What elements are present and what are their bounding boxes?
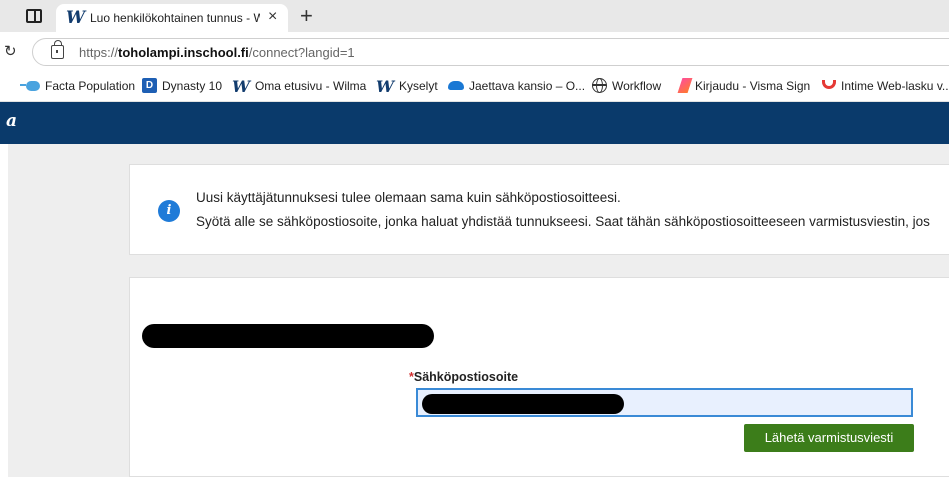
left-gutter <box>0 144 8 477</box>
wilma-icon: W <box>232 76 250 96</box>
tab-title: Luo henkilökohtainen tunnus - Wilma <box>90 11 260 25</box>
email-label-text: Sähköpostiosoite <box>413 370 519 384</box>
bookmark-label: Oma etusivu - Wilma <box>254 79 367 93</box>
bookmark-workflow[interactable]: Workflow <box>592 78 662 94</box>
bookmark-label: Dynasty 10 <box>162 79 223 93</box>
app-header: a <box>0 102 949 144</box>
info-notice: i Uusi käyttäjätunnuksesi tulee olemaan … <box>129 164 949 255</box>
browser-tab-strip: W Luo henkilökohtainen tunnus - Wilma × … <box>0 0 949 32</box>
email-form-card: *Sähköpostiosoite Lähetä varmistusviesti <box>129 277 949 477</box>
send-verification-button[interactable]: Lähetä varmistusviesti <box>744 424 914 452</box>
url-scheme: https:// <box>79 45 119 60</box>
page-content: i Uusi käyttäjätunnuksesi tulee olemaan … <box>0 144 949 477</box>
bookmark-oma-etusivu-wilma[interactable]: W Oma etusivu - Wilma <box>232 76 367 96</box>
bookmark-label: Workflow <box>612 79 662 93</box>
visma-icon <box>677 78 693 94</box>
bookmark-label: Intime Web-lasku v... <box>841 79 949 93</box>
email-input[interactable] <box>416 388 913 417</box>
url-text[interactable]: https://toholampi.inschool.fi/connect?la… <box>79 45 355 60</box>
redacted-username <box>142 324 434 348</box>
browser-tab-active[interactable]: W Luo henkilökohtainen tunnus - Wilma × <box>56 4 288 32</box>
address-bar[interactable]: https://toholampi.inschool.fi/connect?la… <box>32 38 949 66</box>
bookmark-jaettava-kansio[interactable]: Jaettava kansio – O... <box>448 79 585 93</box>
facta-icon <box>20 80 40 91</box>
app-logo[interactable]: a <box>6 111 17 131</box>
onedrive-icon <box>448 81 464 91</box>
info-text-line-2: Syötä alle se sähköpostiosoite, jonka ha… <box>196 214 930 229</box>
dynasty-icon: D <box>142 78 157 94</box>
bookmark-label: Kirjaudu - Visma Sign <box>695 79 811 93</box>
url-path: /connect?langid=1 <box>248 45 355 60</box>
bookmark-visma-sign[interactable]: Kirjaudu - Visma Sign <box>677 78 811 94</box>
wilma-favicon-icon: W <box>66 8 86 28</box>
lock-icon[interactable] <box>51 40 64 59</box>
bookmark-kyselyt[interactable]: W Kyselyt <box>376 76 438 96</box>
tab-actions-icon[interactable] <box>26 9 42 23</box>
wilma-icon: W <box>376 76 394 96</box>
new-tab-icon[interactable]: + <box>300 3 313 29</box>
bookmark-facta-population[interactable]: Facta Population <box>20 79 136 93</box>
bookmark-intime-web-lasku[interactable]: Intime Web-lasku v... <box>822 79 949 93</box>
email-field-label: *Sähköpostiosoite <box>409 370 518 384</box>
address-bar-row: ↻ https://toholampi.inschool.fi/connect?… <box>0 32 949 72</box>
bookmark-label: Jaettava kansio – O... <box>469 79 586 93</box>
redacted-email-value <box>422 394 624 414</box>
url-host: toholampi.inschool.fi <box>118 45 249 60</box>
bookmark-dynasty-10[interactable]: D Dynasty 10 <box>142 78 223 94</box>
reload-icon[interactable]: ↻ <box>4 42 17 60</box>
info-icon: i <box>158 200 180 222</box>
bookmark-label: Kyselyt <box>398 79 438 93</box>
globe-icon <box>592 78 607 94</box>
bookmark-label: Facta Population <box>45 79 136 93</box>
tab-close-icon[interactable]: × <box>268 8 277 26</box>
intime-icon <box>822 80 836 90</box>
info-text-line-1: Uusi käyttäjätunnuksesi tulee olemaan sa… <box>196 190 621 205</box>
bookmarks-bar: Facta Population D Dynasty 10 W Oma etusiv… <box>0 72 949 102</box>
